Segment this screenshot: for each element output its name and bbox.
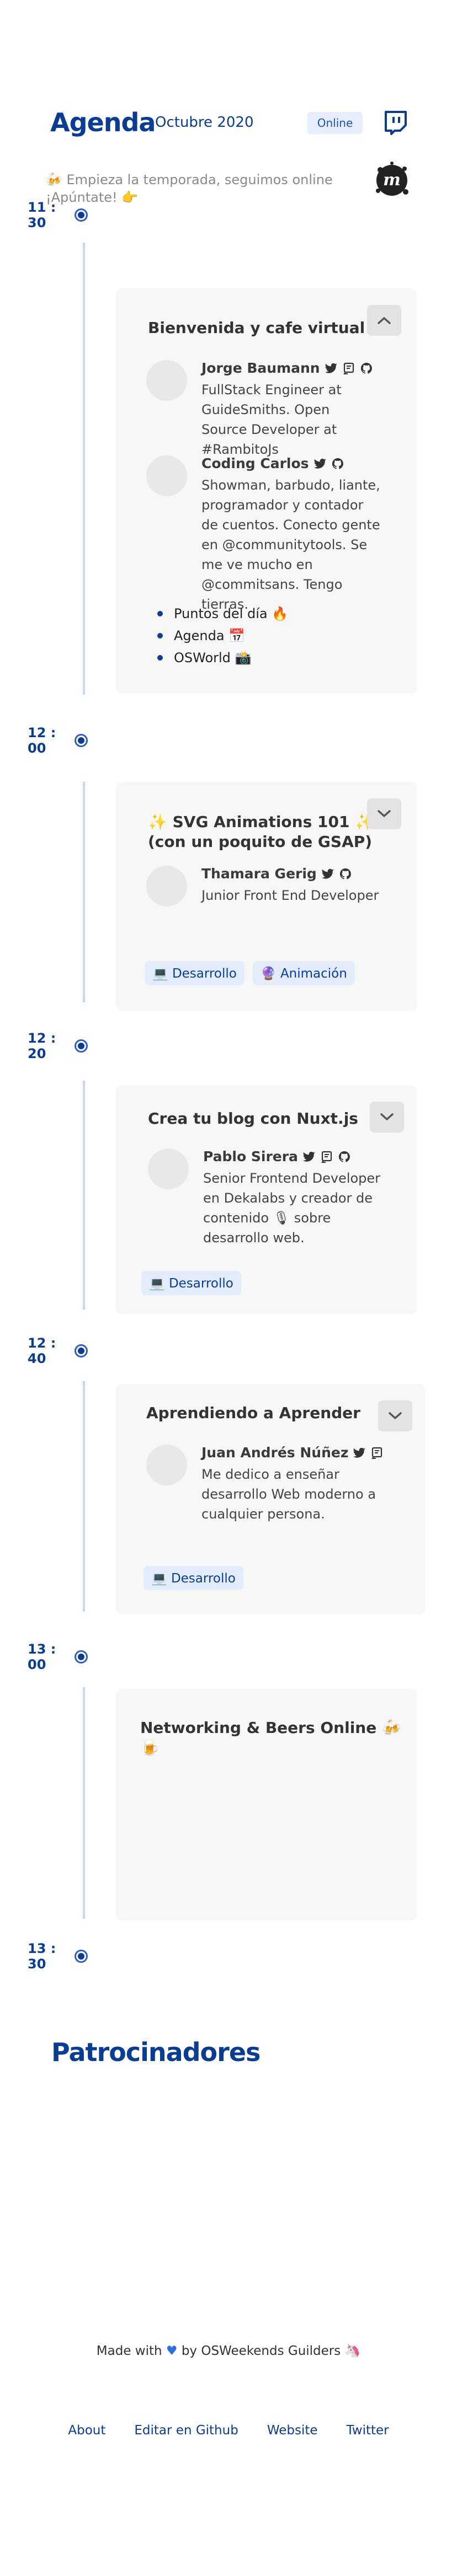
tag-desarrollo[interactable]: 💻 Desarrollo	[144, 1566, 243, 1590]
svg-text:m: m	[383, 170, 401, 190]
time-slot: 12 : 00	[28, 725, 88, 756]
online-badge: Online	[307, 112, 363, 134]
talk-card: ✨ SVG Animations 101 ✨ (con un poquito d…	[116, 782, 417, 1011]
intro-text: 🍻 Empieza la temporada, seguimos online …	[46, 171, 355, 206]
chevron-up-icon	[378, 317, 391, 324]
time-slot: 12 : 20	[28, 1031, 88, 1061]
heart-icon: ♥	[166, 2344, 178, 2358]
talk-card: Bienvenida y cafe virtual ☕ Jorge Bauman…	[116, 288, 417, 694]
speaker-bio: FullStack Engineer at GuideSmiths. Open …	[201, 382, 342, 457]
github-icon[interactable]	[360, 362, 373, 375]
twitter-icon[interactable]	[353, 1446, 366, 1459]
talk-title: Crea tu blog con Nuxt.js	[148, 1109, 358, 1128]
avatar	[146, 455, 187, 496]
speaker-bio: Junior Front End Developer	[201, 888, 379, 903]
timeline-dot	[75, 1039, 88, 1053]
time-slot: 11 : 30	[28, 200, 88, 230]
speaker-name: Coding Carlos	[201, 455, 309, 471]
meetup-icon[interactable]: m	[373, 161, 411, 200]
sponsors-title: Patrocinadores	[51, 2037, 261, 2067]
twitter-icon[interactable]	[325, 362, 338, 375]
talk-title: Bienvenida y cafe virtual ☕	[148, 319, 385, 337]
time-slot: 12 : 40	[28, 1335, 88, 1366]
speaker-name: Jorge Baumann	[201, 360, 320, 376]
talk-title: ✨ SVG Animations 101 ✨ (con un poquito d…	[148, 813, 375, 851]
list-item: Agenda 📅	[157, 625, 288, 647]
tag-desarrollo[interactable]: 💻 Desarrollo	[145, 961, 245, 985]
expand-button[interactable]	[378, 1400, 412, 1431]
github-icon[interactable]	[338, 1150, 351, 1163]
page-header: Agenda Octubre 2020 Online	[50, 108, 415, 141]
tag-animacion[interactable]: 🔮 Animación	[253, 961, 355, 985]
timeline-line	[83, 243, 85, 695]
chevron-down-icon	[378, 810, 391, 817]
timeline-dot	[75, 208, 88, 222]
speaker-bio: Senior Frontend Developer en Dekalabs y …	[203, 1171, 381, 1246]
intro-line-1: 🍻 Empieza la temporada, seguimos online	[46, 172, 333, 187]
talk-title: Aprendiendo a Aprender	[146, 1404, 360, 1422]
page-subtitle: Octubre 2020	[155, 114, 254, 131]
timeline-line	[83, 1381, 85, 1612]
talk-card: Networking & Beers Online 🍻🍺	[116, 1689, 417, 1920]
avatar	[146, 1445, 187, 1485]
speaker-name: Juan Andrés Núñez	[201, 1445, 349, 1461]
timeline-dot	[75, 1950, 88, 1963]
day-points-list: Puntos del día 🔥 Agenda 📅 OSWorld 📸	[157, 603, 288, 669]
twitter-icon[interactable]	[302, 1150, 316, 1163]
intro-line-2[interactable]: ¡Apúntate! 👉	[46, 189, 355, 206]
github-icon[interactable]	[339, 867, 352, 881]
chevron-down-icon	[389, 1412, 402, 1419]
expand-button[interactable]	[367, 798, 401, 829]
github-icon[interactable]	[331, 457, 344, 470]
time-slot: 13 : 30	[28, 1941, 88, 1972]
timeline-line	[83, 1687, 85, 1919]
talk-title: Networking & Beers Online 🍻🍺	[140, 1719, 401, 1757]
avatar	[148, 1149, 189, 1189]
chevron-down-icon	[380, 1113, 394, 1120]
blog-icon[interactable]	[370, 1446, 384, 1459]
footer-link-twitter[interactable]: Twitter	[347, 2423, 389, 2438]
page-title: Agenda	[50, 108, 156, 137]
footer-credit: Made with ♥ by OSWeekends Guilders 🦄	[96, 2344, 361, 2358]
time-slot: 13 : 00	[28, 1641, 88, 1672]
blog-icon[interactable]	[342, 362, 355, 375]
speaker-bio: Me dedico a enseñar desarrollo Web moder…	[201, 1467, 376, 1522]
footer-link-about[interactable]: About	[68, 2423, 105, 2438]
talk-card: Aprendiendo a Aprender Juan Andrés Núñez…	[116, 1384, 425, 1614]
twitter-icon[interactable]	[321, 867, 334, 881]
blog-icon[interactable]	[320, 1150, 333, 1163]
list-item: Puntos del día 🔥	[157, 603, 288, 625]
footer-nav: About Editar en Github Website Twitter	[0, 2423, 457, 2438]
timeline-dot	[75, 1650, 88, 1663]
talk-card: Crea tu blog con Nuxt.js Pablo Sirera Se…	[116, 1085, 417, 1314]
footer-link-website[interactable]: Website	[267, 2423, 318, 2438]
tag-desarrollo[interactable]: 💻 Desarrollo	[141, 1271, 241, 1295]
twitch-icon[interactable]	[381, 109, 409, 136]
avatar	[146, 866, 187, 906]
timeline-line	[83, 1081, 85, 1310]
avatar	[146, 360, 187, 401]
twitter-icon[interactable]	[313, 457, 327, 470]
timeline-line	[83, 782, 85, 1002]
list-item: OSWorld 📸	[157, 647, 288, 669]
speaker-name: Thamara Gerig	[201, 866, 317, 882]
timeline-dot	[75, 1344, 88, 1357]
speaker-bio: Showman, barbudo, liante, programador y …	[201, 477, 380, 612]
expand-button[interactable]	[370, 1102, 404, 1133]
speaker-name: Pablo Sirera	[203, 1149, 298, 1164]
timeline-dot	[75, 734, 88, 747]
footer-link-github[interactable]: Editar en Github	[134, 2423, 238, 2438]
collapse-button[interactable]	[367, 305, 401, 336]
unicorn-icon: 🦄	[344, 2344, 361, 2358]
